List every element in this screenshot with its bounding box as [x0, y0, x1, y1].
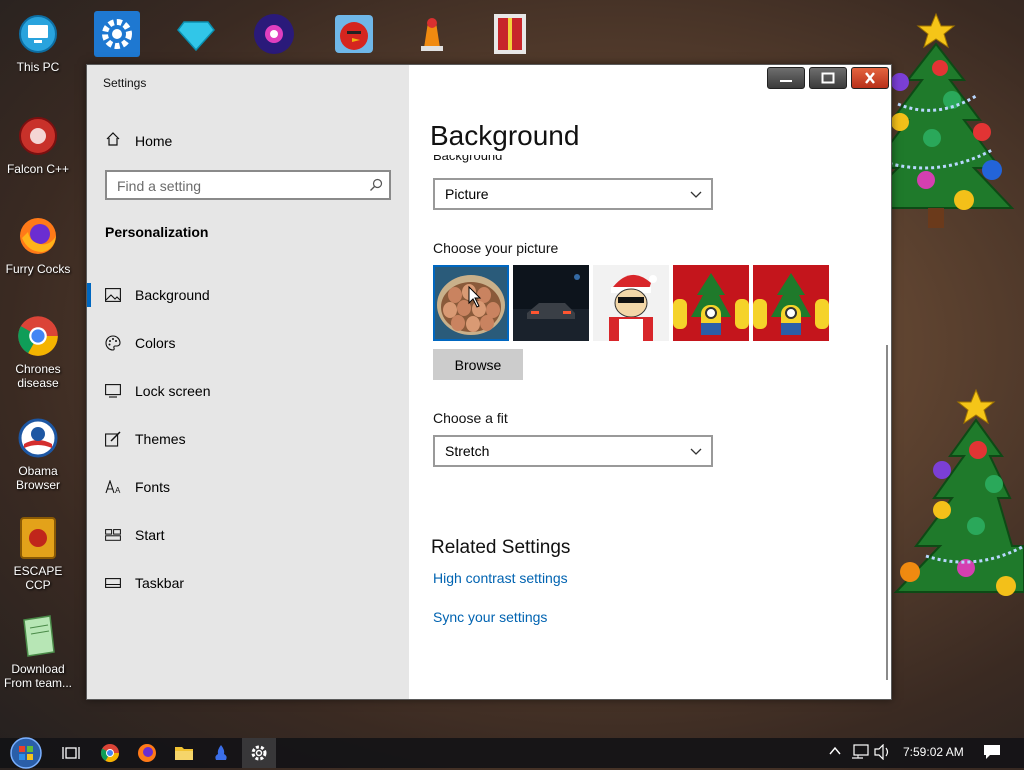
background-dropdown-value: Picture: [445, 186, 489, 202]
gear-shortcut-icon[interactable]: [93, 10, 141, 58]
sidebar-item-start[interactable]: Start: [87, 511, 409, 559]
start-orb-icon[interactable]: [9, 736, 43, 770]
angry-bird-shortcut-icon[interactable]: [330, 10, 378, 58]
background-dropdown[interactable]: Picture: [433, 178, 713, 210]
desk-icon-escape[interactable]: ESCAPE CCP: [0, 516, 76, 592]
desk-icon-falcon[interactable]: Falcon C++: [0, 114, 76, 176]
desk-icon-this-pc[interactable]: This PC: [0, 12, 76, 74]
sidebar-item-label: Themes: [135, 431, 186, 447]
network-icon[interactable]: [851, 744, 869, 763]
page-title: Background: [430, 120, 580, 151]
firefox-icon: [16, 214, 60, 258]
search-input[interactable]: Find a setting: [105, 170, 391, 200]
section-title: Personalization: [105, 224, 209, 240]
fit-dropdown[interactable]: Stretch: [433, 435, 713, 467]
chevron-down-icon: [689, 187, 703, 206]
app-flame-icon[interactable]: [209, 741, 233, 765]
desk-icon-download[interactable]: Download From team...: [0, 614, 76, 690]
thumbnail-eggs[interactable]: [433, 265, 509, 341]
image-icon: [105, 287, 121, 303]
picture-thumbnails: [433, 265, 829, 341]
computer-icon: [16, 12, 60, 56]
maximize-icon: [821, 72, 835, 84]
thumbnail-cartoon-santa[interactable]: [593, 265, 669, 341]
main-pane: Background Background Picture Choose you…: [409, 65, 891, 699]
sidebar-item-taskbar[interactable]: Taskbar: [87, 559, 409, 607]
chevron-up-icon[interactable]: [828, 744, 842, 761]
sidebar-item-fonts[interactable]: A Fonts: [87, 463, 409, 511]
task-view-icon[interactable]: [59, 741, 83, 765]
sidebar-item-label: Fonts: [135, 479, 171, 495]
sidebar-item-lock-screen[interactable]: Lock screen: [87, 367, 409, 415]
start-icon: [105, 527, 121, 543]
minimize-button[interactable]: [767, 67, 805, 89]
file-explorer-icon[interactable]: [172, 741, 196, 765]
notifications-icon[interactable]: [983, 744, 1001, 763]
orb-shortcut-icon[interactable]: [250, 10, 298, 58]
choose-picture-label: Choose your picture: [433, 240, 559, 256]
diamond-shortcut-icon[interactable]: [172, 10, 220, 58]
sidebar-nav: Background Colors Lock screen Themes A F…: [87, 271, 409, 607]
sidebar-item-themes[interactable]: Themes: [87, 415, 409, 463]
sidebar-item-label: Start: [135, 527, 165, 543]
taskbar: 7:59:02 AM: [0, 736, 1024, 770]
chrome-icon: [16, 314, 60, 358]
desk-icon-firefox[interactable]: Furry Cocks: [0, 214, 76, 276]
home-link[interactable]: Home: [105, 131, 172, 150]
window-controls: [767, 67, 889, 89]
svg-text:A: A: [115, 486, 121, 494]
themes-icon: [105, 431, 121, 447]
volume-icon[interactable]: [874, 743, 892, 763]
sidebar-item-label: Colors: [135, 335, 176, 351]
search-placeholder: Find a setting: [117, 178, 202, 194]
escape-ccp-icon: [16, 516, 60, 560]
settings-window[interactable]: Settings Home Find a setting Personaliza…: [86, 64, 892, 700]
sidebar-item-background[interactable]: Background: [87, 271, 409, 319]
close-button[interactable]: [851, 67, 889, 89]
home-icon: [105, 131, 121, 150]
sidebar-item-colors[interactable]: Colors: [87, 319, 409, 367]
thumbnail-minions-2[interactable]: [753, 265, 829, 341]
maximize-button[interactable]: [809, 67, 847, 89]
choose-fit-label: Choose a fit: [433, 410, 508, 426]
chrome-taskbar-icon[interactable]: [98, 741, 122, 765]
sidebar-item-label: Taskbar: [135, 575, 185, 591]
browse-button[interactable]: Browse: [433, 349, 523, 380]
related-settings-title: Related Settings: [431, 537, 571, 558]
obama-logo-icon: [16, 416, 60, 460]
taskbar-icon: [105, 575, 121, 591]
clock-time[interactable]: 7:59:02 AM: [903, 745, 964, 759]
chevron-down-icon: [689, 444, 703, 463]
settings-taskbar-icon[interactable]: [247, 741, 271, 765]
scrollbar[interactable]: [886, 345, 888, 680]
christmas-tree-decoration-bottom: [886, 386, 1024, 629]
palette-icon: [105, 335, 121, 351]
fit-dropdown-value: Stretch: [445, 443, 490, 459]
search-icon: [369, 178, 383, 197]
notepad-icon: [16, 614, 60, 658]
app-title: Settings: [103, 76, 147, 90]
sidebar-item-label: Background: [135, 287, 210, 303]
sidebar: Settings Home Find a setting Personaliza…: [87, 65, 409, 699]
close-icon: [865, 72, 875, 84]
thumbnail-car-night[interactable]: [513, 265, 589, 341]
firefox-taskbar-icon[interactable]: [135, 741, 159, 765]
falcon-icon: [16, 114, 60, 158]
fonts-icon: A: [105, 479, 121, 495]
sync-settings-link[interactable]: Sync your settings: [433, 609, 547, 625]
sidebar-item-label: Lock screen: [135, 383, 211, 399]
desk-icon-chrome[interactable]: Chrones disease: [0, 314, 76, 390]
gift-shortcut-icon[interactable]: [486, 10, 534, 58]
desk-icon-obama[interactable]: Obama Browser: [0, 416, 76, 492]
background-label: Background: [433, 155, 503, 163]
high-contrast-link[interactable]: High contrast settings: [433, 570, 568, 586]
vlc-shortcut-icon[interactable]: [408, 10, 456, 58]
home-label: Home: [135, 132, 173, 149]
thumbnail-minions-1[interactable]: [673, 265, 749, 341]
lock-screen-icon: [105, 383, 121, 399]
minimize-icon: [780, 80, 792, 82]
